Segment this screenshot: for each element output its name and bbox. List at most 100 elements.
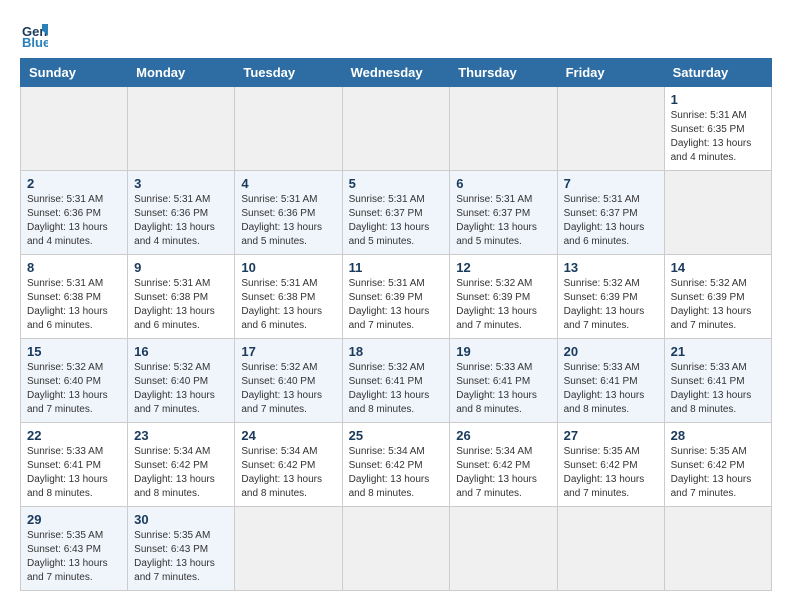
calendar-cell: 9Sunrise: 5:31 AMSunset: 6:38 PMDaylight…: [128, 255, 235, 339]
day-info: Sunrise: 5:32 AMSunset: 6:40 PMDaylight:…: [241, 361, 335, 417]
day-number: 14: [671, 260, 765, 275]
day-info: Sunrise: 5:33 AMSunset: 6:41 PMDaylight:…: [671, 361, 765, 417]
day-info: Sunrise: 5:32 AMSunset: 6:40 PMDaylight:…: [134, 361, 228, 417]
calendar-cell: [450, 507, 557, 591]
day-number: 6: [456, 176, 550, 191]
calendar-cell: 8 Sunrise: 5:31 AMSunset: 6:38 PMDaylight…: [21, 255, 128, 339]
day-info: Sunrise: 5:32 AMSunset: 6:39 PMDaylight:…: [564, 277, 658, 333]
calendar-cell: 4Sunrise: 5:31 AMSunset: 6:36 PMDaylight…: [235, 171, 342, 255]
calendar-cell: 26 Sunrise: 5:34 AMSunset: 6:42 PMDayligh…: [450, 423, 557, 507]
day-info: Sunrise: 5:31 AMSunset: 6:36 PMDaylight:…: [27, 193, 121, 249]
day-info: Sunrise: 5:34 AMSunset: 6:42 PMDaylight:…: [134, 445, 228, 501]
calendar-cell: 20Sunrise: 5:33 AMSunset: 6:41 PMDayligh…: [557, 339, 664, 423]
logo: General Blue: [20, 20, 52, 48]
calendar-week-row: 1Sunrise: 5:31 AMSunset: 6:35 PMDaylight…: [21, 87, 772, 171]
day-info: Sunrise: 5:33 AMSunset: 6:41 PMDaylight:…: [564, 361, 658, 417]
day-of-week-header: Thursday: [450, 59, 557, 87]
calendar-cell: [664, 507, 771, 591]
day-info: Sunrise: 5:31 AMSunset: 6:38 PMDaylight:…: [27, 277, 121, 333]
calendar-cell: 12 Sunrise: 5:32 AMSunset: 6:39 PMDayligh…: [450, 255, 557, 339]
day-info: Sunrise: 5:31 AMSunset: 6:36 PMDaylight:…: [134, 193, 228, 249]
day-number: 22: [27, 428, 121, 443]
day-number: 10: [241, 260, 335, 275]
calendar-cell: 15Sunrise: 5:32 AMSunset: 6:40 PMDayligh…: [21, 339, 128, 423]
day-info: Sunrise: 5:34 AMSunset: 6:42 PMDaylight:…: [456, 445, 550, 501]
day-info: Sunrise: 5:32 AMSunset: 6:40 PMDaylight:…: [27, 361, 121, 417]
day-number: 24: [241, 428, 335, 443]
calendar-cell: [235, 87, 342, 171]
day-info: Sunrise: 5:31 AMSunset: 6:38 PMDaylight:…: [241, 277, 335, 333]
calendar-cell: 27Sunrise: 5:35 AMSunset: 6:42 PMDayligh…: [557, 423, 664, 507]
calendar-cell: 2 Sunrise: 5:31 AMSunset: 6:36 PMDaylight…: [21, 171, 128, 255]
day-number: 23: [134, 428, 228, 443]
day-info: Sunrise: 5:32 AMSunset: 6:39 PMDaylight:…: [671, 277, 765, 333]
day-number: 7: [564, 176, 658, 191]
calendar-cell: 28 Sunrise: 5:35 AMSunset: 6:42 PMDayligh…: [664, 423, 771, 507]
day-number: 25: [349, 428, 444, 443]
day-number: 28: [671, 428, 765, 443]
calendar-header-row: SundayMondayTuesdayWednesdayThursdayFrid…: [21, 59, 772, 87]
day-info: Sunrise: 5:31 AMSunset: 6:36 PMDaylight:…: [241, 193, 335, 249]
calendar-cell: [235, 507, 342, 591]
calendar-week-row: 8 Sunrise: 5:31 AMSunset: 6:38 PMDaylight…: [21, 255, 772, 339]
calendar-cell: 11 Sunrise: 5:31 AMSunset: 6:39 PMDayligh…: [342, 255, 450, 339]
day-number: 1: [671, 92, 765, 107]
day-info: Sunrise: 5:31 AMSunset: 6:37 PMDaylight:…: [564, 193, 658, 249]
day-info: Sunrise: 5:33 AMSunset: 6:41 PMDaylight:…: [27, 445, 121, 501]
calendar-cell: 3 Sunrise: 5:31 AMSunset: 6:36 PMDaylight…: [128, 171, 235, 255]
calendar-cell: 1Sunrise: 5:31 AMSunset: 6:35 PMDaylight…: [664, 87, 771, 171]
calendar-week-row: 22 Sunrise: 5:33 AMSunset: 6:41 PMDayligh…: [21, 423, 772, 507]
calendar-cell: 5 Sunrise: 5:31 AMSunset: 6:37 PMDaylight…: [342, 171, 450, 255]
calendar-cell: [557, 87, 664, 171]
day-number: 8: [27, 260, 121, 275]
calendar-cell: 29Sunrise: 5:35 AMSunset: 6:43 PMDayligh…: [21, 507, 128, 591]
calendar-cell: [450, 87, 557, 171]
day-of-week-header: Sunday: [21, 59, 128, 87]
day-info: Sunrise: 5:35 AMSunset: 6:42 PMDaylight:…: [671, 445, 765, 501]
calendar-cell: 10 Sunrise: 5:31 AMSunset: 6:38 PMDayligh…: [235, 255, 342, 339]
day-number: 12: [456, 260, 550, 275]
day-of-week-header: Friday: [557, 59, 664, 87]
day-number: 11: [349, 260, 444, 275]
calendar-cell: 25 Sunrise: 5:34 AMSunset: 6:42 PMDayligh…: [342, 423, 450, 507]
day-info: Sunrise: 5:34 AMSunset: 6:42 PMDaylight:…: [349, 445, 444, 501]
day-number: 19: [456, 344, 550, 359]
calendar-cell: [342, 507, 450, 591]
calendar-cell: 16Sunrise: 5:32 AMSunset: 6:40 PMDayligh…: [128, 339, 235, 423]
day-number: 13: [564, 260, 658, 275]
calendar-cell: [128, 87, 235, 171]
calendar-cell: [342, 87, 450, 171]
calendar-week-row: 29Sunrise: 5:35 AMSunset: 6:43 PMDayligh…: [21, 507, 772, 591]
logo-icon: General Blue: [20, 20, 48, 48]
day-number: 18: [349, 344, 444, 359]
day-info: Sunrise: 5:34 AMSunset: 6:42 PMDaylight:…: [241, 445, 335, 501]
day-info: Sunrise: 5:31 AMSunset: 6:39 PMDaylight:…: [349, 277, 444, 333]
day-number: 5: [349, 176, 444, 191]
day-number: 17: [241, 344, 335, 359]
calendar-cell: [557, 507, 664, 591]
day-number: 9: [134, 260, 228, 275]
day-of-week-header: Wednesday: [342, 59, 450, 87]
day-info: Sunrise: 5:32 AMSunset: 6:39 PMDaylight:…: [456, 277, 550, 333]
calendar-cell: 23 Sunrise: 5:34 AMSunset: 6:42 PMDayligh…: [128, 423, 235, 507]
day-number: 26: [456, 428, 550, 443]
day-number: 21: [671, 344, 765, 359]
day-info: Sunrise: 5:35 AMSunset: 6:43 PMDaylight:…: [27, 529, 121, 585]
day-info: Sunrise: 5:35 AMSunset: 6:43 PMDaylight:…: [134, 529, 228, 585]
page-header: General Blue: [20, 20, 772, 48]
day-number: 3: [134, 176, 228, 191]
calendar-cell: 18 Sunrise: 5:32 AMSunset: 6:41 PMDayligh…: [342, 339, 450, 423]
day-info: Sunrise: 5:32 AMSunset: 6:41 PMDaylight:…: [349, 361, 444, 417]
calendar-cell: 19 Sunrise: 5:33 AMSunset: 6:41 PMDayligh…: [450, 339, 557, 423]
day-of-week-header: Saturday: [664, 59, 771, 87]
calendar-cell: 30Sunrise: 5:35 AMSunset: 6:43 PMDayligh…: [128, 507, 235, 591]
calendar-table: SundayMondayTuesdayWednesdayThursdayFrid…: [20, 58, 772, 591]
calendar-cell: [21, 87, 128, 171]
calendar-cell: 13 Sunrise: 5:32 AMSunset: 6:39 PMDayligh…: [557, 255, 664, 339]
calendar-cell: 21 Sunrise: 5:33 AMSunset: 6:41 PMDayligh…: [664, 339, 771, 423]
day-info: Sunrise: 5:33 AMSunset: 6:41 PMDaylight:…: [456, 361, 550, 417]
day-info: Sunrise: 5:31 AMSunset: 6:37 PMDaylight:…: [349, 193, 444, 249]
day-number: 2: [27, 176, 121, 191]
calendar-cell: 7 Sunrise: 5:31 AMSunset: 6:37 PMDaylight…: [557, 171, 664, 255]
calendar-cell: 14 Sunrise: 5:32 AMSunset: 6:39 PMDayligh…: [664, 255, 771, 339]
